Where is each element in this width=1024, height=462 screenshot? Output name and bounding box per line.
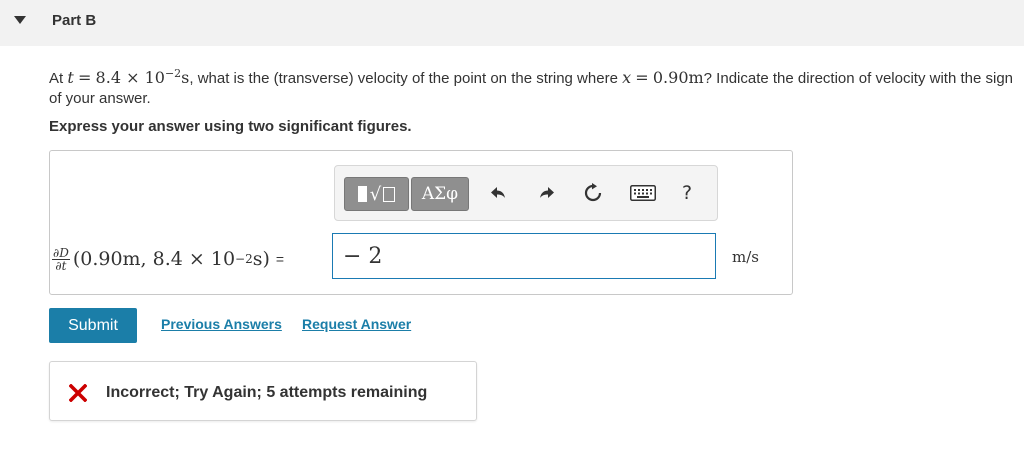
answer-input[interactable]: − 2	[332, 233, 716, 279]
answer-units: m/s	[732, 248, 759, 266]
templates-button[interactable]: √	[344, 177, 409, 211]
feedback-text: Incorrect; Try Again; 5 attempts remaini…	[106, 384, 428, 401]
instruction-text: Express your answer using two significan…	[49, 118, 412, 135]
templates-icon: √	[357, 184, 396, 205]
redo-icon	[540, 187, 554, 198]
equation-equals: =	[275, 251, 285, 267]
incorrect-x-icon	[69, 384, 87, 402]
keyboard-icon	[630, 185, 656, 201]
question-text: At t = 8.4 × 10−2s, what is the (transve…	[49, 64, 1014, 109]
question-eq-2: =	[635, 68, 649, 87]
question-t-exp: −2	[164, 67, 182, 80]
equation-lhs: ∂D ∂t (0.90m, 8.4 × 10 −2 s) =	[52, 241, 284, 277]
request-answer-link[interactable]: Request Answer	[302, 316, 411, 332]
question-x-var: x	[622, 68, 632, 87]
question-t-var: t	[67, 68, 74, 87]
question-mid-text: , what is the (transverse) velocity of t…	[189, 70, 618, 87]
symbols-button[interactable]: ΑΣφ	[411, 177, 469, 211]
keyboard-button[interactable]	[626, 177, 660, 209]
redo-button[interactable]	[532, 177, 560, 209]
reset-icon	[584, 183, 602, 202]
math-toolbar: √ ΑΣφ ?	[334, 165, 718, 221]
feedback-box: Incorrect; Try Again; 5 attempts remaini…	[49, 361, 477, 421]
equation-args: (0.90m, 8.4 × 10	[72, 248, 236, 270]
question-eq-1: =	[77, 68, 92, 87]
help-button[interactable]: ?	[673, 177, 701, 209]
undo-icon	[491, 187, 505, 198]
question-x-val: 0.90m	[652, 68, 704, 87]
collapse-caret-icon[interactable]	[14, 16, 26, 24]
part-header: Part B	[0, 0, 1024, 46]
answer-box: √ ΑΣφ ? ∂D ∂t (0.90m, 8.4 × 10 −2 s) = −…	[49, 150, 793, 295]
equation-args-close: s)	[252, 248, 270, 270]
previous-answers-link[interactable]: Previous Answers	[161, 316, 282, 332]
derivative-denominator: ∂t	[55, 258, 67, 273]
submit-button[interactable]: Submit	[49, 308, 137, 343]
question-t-mantissa: 8.4 × 10	[95, 68, 165, 87]
partial-derivative: ∂D ∂t	[52, 247, 70, 272]
undo-button[interactable]	[485, 177, 513, 209]
part-title: Part B	[52, 12, 97, 29]
derivative-numerator: ∂D	[52, 245, 70, 260]
reset-button[interactable]	[579, 177, 607, 209]
equation-exp: −2	[235, 252, 253, 266]
question-at: At	[49, 70, 64, 87]
